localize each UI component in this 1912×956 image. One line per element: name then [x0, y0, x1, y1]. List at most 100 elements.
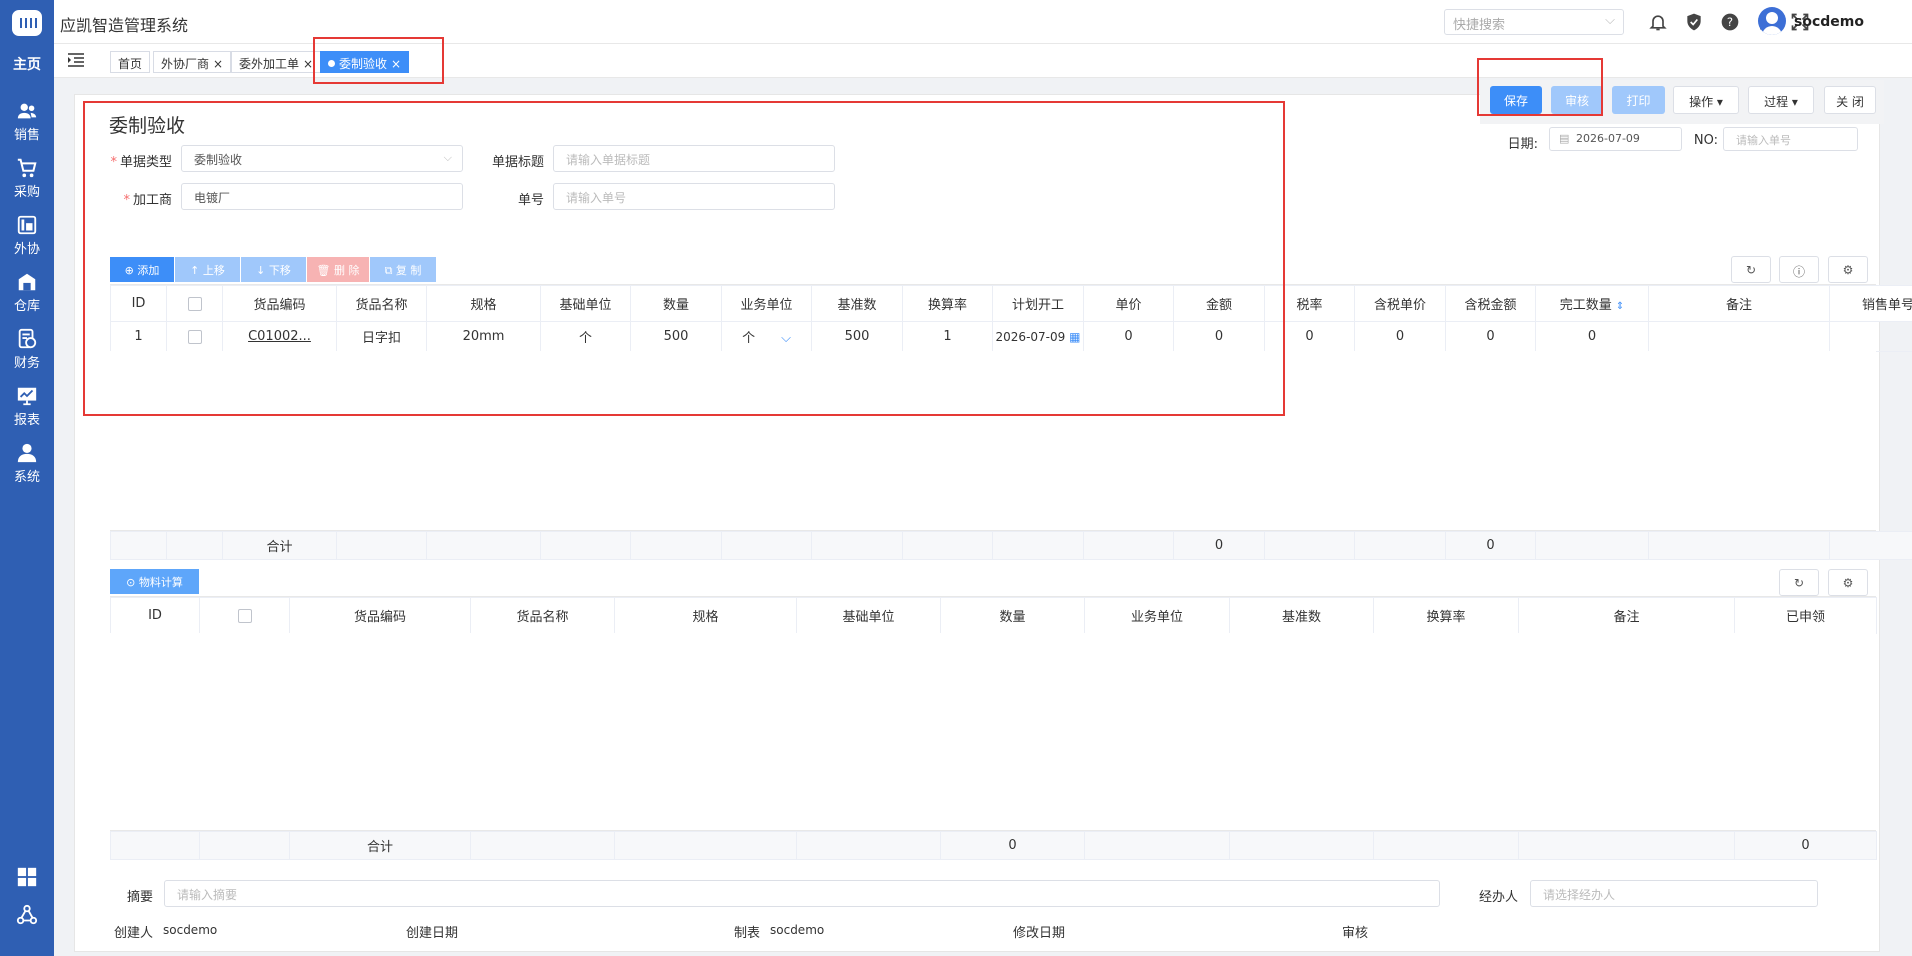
cell-remark[interactable] — [1648, 321, 1830, 352]
users-icon — [17, 103, 37, 119]
audit-label: 审核 — [1342, 926, 1369, 941]
material-calc-button[interactable]: ⊙ 物料计算 — [110, 569, 199, 594]
shield-icon[interactable] — [1684, 12, 1704, 32]
date-picker[interactable]: ▤ 2026-07-09 — [1549, 127, 1682, 151]
col-header: ID — [110, 597, 200, 634]
info-button[interactable]: ⓘ — [1779, 256, 1819, 283]
settings-button[interactable]: ⚙ — [1828, 256, 1868, 283]
tab-outsource-order[interactable]: 委外加工单 × — [231, 51, 322, 73]
highlight-box-tab — [313, 37, 444, 84]
select-all-checkbox[interactable] — [237, 608, 252, 623]
summary-amount: 0 — [1173, 531, 1265, 560]
table-header-row: ID 货品编码 货品名称 规格 基础单位 数量 业务单位 基准数 换算率 备注 … — [110, 597, 1877, 634]
summary-qty: 0 — [940, 831, 1085, 860]
col-header: 货品编码 — [289, 597, 471, 634]
sidebar-item-report[interactable]: 报表 — [0, 385, 54, 437]
app-title: 应凯智造管理系统 — [60, 16, 189, 35]
sort-icon[interactable]: ⇕ — [1616, 301, 1624, 312]
sidebar-item-home[interactable]: 主页 — [0, 54, 54, 74]
close-icon[interactable]: × — [303, 57, 313, 71]
material-table-summary: 合计 0 0 — [110, 830, 1877, 860]
sidebar: 主页 销售 采购 外协 仓库 财务 报表 系统 — [0, 0, 54, 956]
avatar[interactable] — [1758, 7, 1786, 35]
col-header-label: 完工数量 — [1559, 298, 1612, 313]
col-header: 含税单价 — [1354, 285, 1446, 322]
col-header: 销售单号 — [1829, 285, 1912, 322]
sidebar-item-sales[interactable]: 销售 — [0, 100, 54, 152]
apps-grid-icon[interactable] — [16, 866, 38, 888]
cell-tax-price[interactable]: 0 — [1354, 321, 1446, 352]
cell-done-qty: 0 — [1535, 321, 1649, 352]
sidebar-item-label: 财务 — [13, 356, 40, 371]
person-icon — [17, 443, 37, 463]
svg-text:?: ? — [1727, 15, 1733, 29]
col-header: 已申领 — [1734, 597, 1877, 634]
col-header: 换算率 — [1373, 597, 1519, 634]
warehouse-icon — [18, 273, 36, 291]
calendar-icon: ▤ — [1559, 132, 1570, 145]
sidebar-item-finance[interactable]: 财务 — [0, 328, 54, 380]
handler-input[interactable]: 请选择经办人 — [1530, 880, 1818, 907]
col-header: 业务单位 — [1084, 597, 1230, 634]
no-input[interactable]: 请输入单号 — [1723, 127, 1858, 151]
date-value: 2026-07-09 — [1576, 132, 1640, 145]
quick-search-input[interactable]: 快捷搜索 ⌵ — [1444, 9, 1624, 35]
print-button[interactable]: 打印 — [1612, 86, 1665, 114]
chevron-down-icon: ⌵ — [1605, 13, 1615, 28]
col-header-select-all — [199, 597, 290, 634]
process-dropdown[interactable]: 过程 ▾ — [1748, 86, 1814, 114]
report-icon — [17, 387, 37, 406]
material-refresh-button[interactable]: ↻ — [1779, 569, 1819, 596]
modify-date-label: 修改日期 — [1013, 926, 1066, 941]
sidebar-item-purchase[interactable]: 采购 — [0, 157, 54, 209]
tab-label: 委外加工单 — [239, 57, 300, 71]
material-empty-area — [110, 633, 1876, 830]
highlight-box-actions — [1477, 58, 1603, 116]
sidebar-item-outsource[interactable]: 外协 — [0, 214, 54, 266]
col-header: 基准数 — [1229, 597, 1374, 634]
app-logo-icon — [12, 10, 42, 36]
cell-sales-no[interactable] — [1829, 321, 1912, 352]
maker-label: 制表 — [734, 926, 761, 941]
col-header: 基础单位 — [796, 597, 941, 634]
summary-row: 合计 0 0 — [110, 831, 1877, 860]
sidebar-item-system[interactable]: 系统 — [0, 442, 54, 494]
summary-tax-amount: 0 — [1445, 531, 1536, 560]
col-header: 含税金额 — [1445, 285, 1536, 322]
sidebar-item-warehouse[interactable]: 仓库 — [0, 271, 54, 323]
sidebar-item-label: 销售 — [13, 128, 40, 143]
material-table: ID 货品编码 货品名称 规格 基础单位 数量 业务单位 基准数 换算率 备注 … — [110, 596, 1877, 634]
summary-claimed: 0 — [1734, 831, 1877, 860]
sidebar-item-label: 采购 — [13, 185, 40, 200]
detail-table-summary: 合计 0 0 — [110, 530, 1912, 560]
col-header-done-qty[interactable]: 完工数量 ⇕ — [1535, 285, 1649, 322]
creator-value: socdemo — [163, 923, 218, 937]
col-header: 规格 — [614, 597, 797, 634]
cell-tax-amount: 0 — [1445, 321, 1536, 352]
tab-home[interactable]: 首页 — [110, 51, 151, 73]
sidebar-item-label: 报表 — [13, 413, 40, 428]
tab-outsource-vendor[interactable]: 外协厂商 × — [153, 51, 232, 73]
summary-label: 合计 — [222, 531, 337, 560]
col-header: 货品名称 — [470, 597, 615, 634]
network-icon[interactable] — [16, 904, 38, 926]
bell-icon[interactable] — [1648, 12, 1668, 32]
col-header: 备注 — [1518, 597, 1735, 634]
user-name[interactable]: socdemo — [1794, 14, 1864, 30]
help-icon[interactable]: ? — [1720, 12, 1740, 32]
material-settings-button[interactable]: ⚙ — [1828, 569, 1868, 596]
close-icon[interactable]: × — [213, 57, 223, 71]
no-label: NO: — [1693, 133, 1718, 148]
finance-icon — [18, 328, 37, 349]
maker-value: socdemo — [770, 923, 825, 937]
close-button[interactable]: 关 闭 — [1824, 86, 1876, 114]
menu-fold-icon[interactable] — [68, 53, 84, 67]
cart-icon — [17, 158, 37, 178]
col-header: 数量 — [940, 597, 1085, 634]
summary-input[interactable]: 请输入摘要 — [164, 880, 1440, 907]
refresh-table-button[interactable]: ↻ — [1731, 256, 1771, 283]
create-date-label: 创建日期 — [406, 926, 459, 941]
summary-label: 合计 — [289, 831, 471, 860]
operate-dropdown[interactable]: 操作 ▾ — [1673, 86, 1739, 114]
sidebar-item-label: 仓库 — [13, 299, 40, 314]
